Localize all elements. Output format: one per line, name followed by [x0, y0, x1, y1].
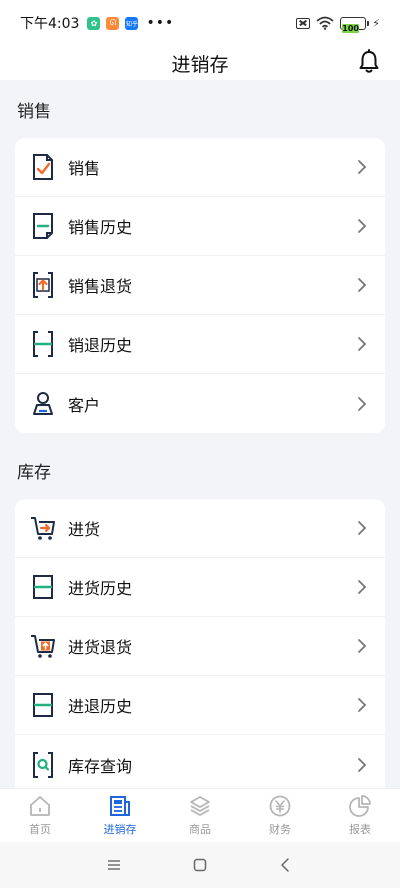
sales-history-icon [30, 211, 56, 241]
bell-icon[interactable] [358, 49, 380, 75]
tab-label: 首页 [29, 823, 51, 836]
purchase-history-icon [30, 572, 56, 602]
section-title-inventory: 库存 [17, 462, 51, 483]
sales-card: 销售 销售历史 销售退货 销退历史 客户 [15, 138, 385, 433]
menu-item-purchase-history[interactable]: 进货历史 [15, 558, 385, 617]
menu-item-label: 进货退货 [68, 638, 133, 657]
section-title-sales: 销售 [17, 101, 51, 122]
sales-check-icon [30, 152, 56, 182]
tab-inventory-sales[interactable]: 进销存 [80, 789, 160, 842]
purchase-return-history-icon [30, 690, 56, 720]
tab-reports[interactable]: 报表 [320, 789, 400, 842]
notification-app-icon: ✿ [87, 16, 101, 30]
layers-icon [190, 796, 210, 816]
tab-label: 商品 [189, 823, 211, 836]
chevron-right-icon [358, 580, 367, 594]
menu-item-inventory-query[interactable]: 库存查询 [15, 735, 385, 788]
chevron-right-icon [358, 219, 367, 233]
menu-item-label: 销售 [68, 159, 101, 178]
menu-item-purchase[interactable]: 进货 [15, 499, 385, 558]
menu-item-label: 销退历史 [68, 336, 133, 355]
status-bar: 下午4:03 ✿ ᘏ 知乎 ••• 100 ⚡ [0, 0, 400, 46]
app-header: 进销存 [0, 46, 400, 80]
wifi-icon [316, 16, 334, 30]
tab-label: 财务 [269, 823, 291, 836]
pie-chart-icon [349, 795, 371, 817]
chevron-right-icon [358, 757, 367, 772]
menu-item-sales-return-history[interactable]: 销退历史 [15, 315, 385, 374]
tab-label: 报表 [349, 823, 371, 836]
zhihu-notification-icon: 知乎 [125, 16, 139, 30]
chevron-right-icon [358, 278, 367, 292]
back-icon[interactable] [278, 857, 294, 873]
menu-item-label: 销售退货 [68, 277, 133, 296]
menu-item-label: 进货 [68, 520, 101, 539]
charging-icon: ⚡ [372, 16, 380, 30]
document-icon [110, 796, 130, 816]
inventory-card: 进货 进货历史 进货退货 进退历史 库存查询 [15, 499, 385, 788]
battery-level: 100 [342, 23, 359, 33]
menu-item-purchase-return-history[interactable]: 进退历史 [15, 676, 385, 735]
menu-item-sales-return[interactable]: 销售退货 [15, 256, 385, 315]
customer-icon [30, 389, 56, 419]
tab-products[interactable]: 商品 [160, 789, 240, 842]
chevron-right-icon [358, 521, 367, 535]
menu-item-label: 客户 [68, 395, 101, 415]
chevron-right-icon [358, 698, 367, 712]
menu-item-label: 库存查询 [68, 756, 133, 776]
bottom-tab-bar: 首页 进销存 商品 财务 报表 [0, 788, 400, 842]
menu-item-customer[interactable]: 客户 [15, 374, 385, 433]
menu-item-sales-history[interactable]: 销售历史 [15, 197, 385, 256]
no-sim-icon [296, 17, 311, 29]
system-navigation-bar [0, 842, 400, 888]
tab-label: 进销存 [103, 823, 137, 836]
tab-home[interactable]: 首页 [0, 789, 80, 842]
sales-return-history-icon [30, 329, 56, 359]
chevron-right-icon [358, 639, 367, 653]
chevron-right-icon [358, 160, 367, 174]
more-notifications-icon: ••• [146, 15, 175, 31]
chevron-right-icon [358, 337, 367, 351]
home-icon [30, 796, 50, 816]
tab-finance[interactable]: 财务 [240, 789, 320, 842]
status-time: 下午4:03 [20, 16, 80, 32]
notification-app-icon-2: ᘏ [106, 16, 120, 30]
inventory-search-icon [30, 750, 56, 780]
menu-item-label: 销售历史 [68, 218, 133, 237]
menu-icon[interactable] [106, 857, 122, 873]
menu-item-sales[interactable]: 销售 [15, 138, 385, 197]
cart-return-icon [30, 631, 56, 661]
cart-in-icon [30, 513, 56, 543]
menu-item-label: 进退历史 [68, 697, 133, 716]
chevron-right-icon [358, 396, 367, 411]
yen-icon [269, 795, 291, 817]
page-title: 进销存 [171, 53, 229, 76]
sales-return-icon [30, 270, 56, 300]
menu-item-label: 进货历史 [68, 579, 133, 598]
main-content[interactable]: 销售 销售 销售历史 销售退货 销退历史 客户 库存 进货 进货历史 进货退货 … [0, 80, 400, 788]
battery-icon: 100 [340, 16, 370, 33]
menu-item-purchase-return[interactable]: 进货退货 [15, 617, 385, 676]
home-square-icon[interactable] [192, 857, 208, 873]
